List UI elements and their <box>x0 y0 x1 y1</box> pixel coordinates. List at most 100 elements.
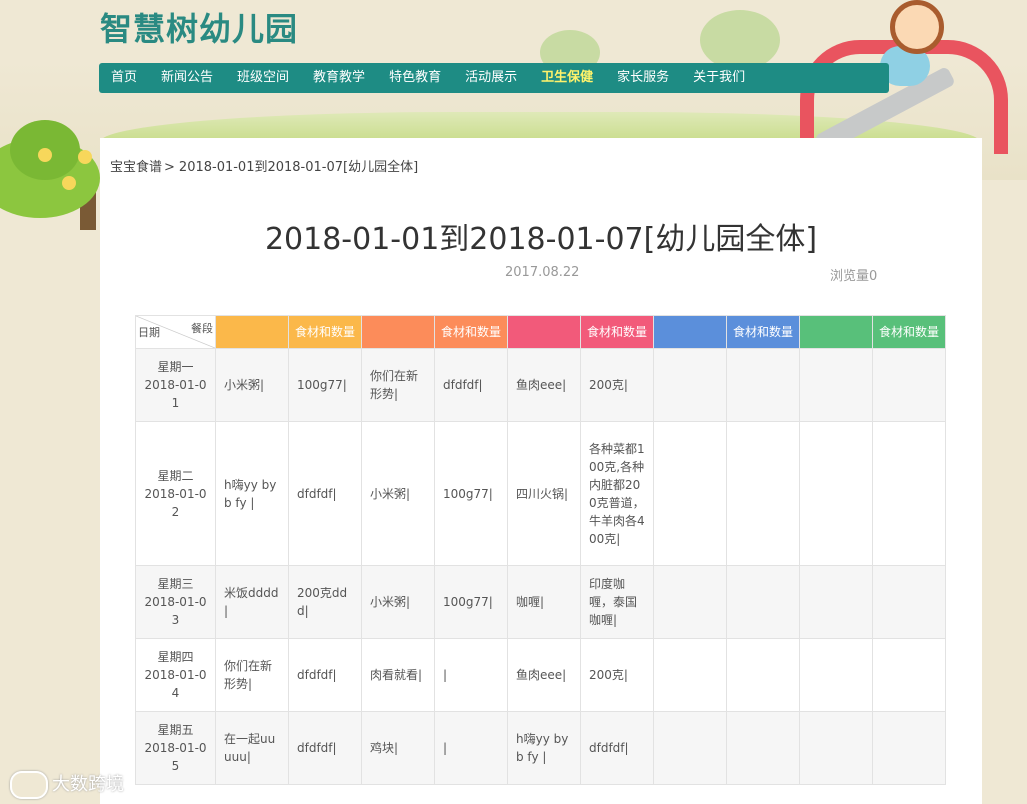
table-row: 星期一 2018-01-01 小米粥| 100g77| 你们在新形势| dfdf… <box>135 348 946 422</box>
table-cell <box>726 348 800 422</box>
table-cell <box>799 711 873 785</box>
table-cell <box>799 638 873 712</box>
table-cell <box>872 638 946 712</box>
publish-date: 2017.08.22 <box>505 265 580 280</box>
watermark-logo-icon <box>10 771 48 799</box>
breadcrumb-separator: > <box>164 160 175 175</box>
table-cell: 100g77| <box>434 421 508 566</box>
table-cell <box>726 711 800 785</box>
table-cell: 鸡块| <box>361 711 435 785</box>
nav-item-class-space[interactable]: 班级空间 <box>225 63 301 93</box>
table-cell: dfdfdf| <box>288 711 362 785</box>
table-header: 食材和数量 <box>580 315 654 349</box>
table-cell: | <box>434 711 508 785</box>
view-count: 浏览量0 <box>830 269 878 284</box>
nav-item-health-care[interactable]: 卫生保健 <box>529 63 605 93</box>
page-title: 2018-01-01到2018-01-07[幼儿园全体] <box>264 222 818 257</box>
table-cell-date: 星期四 2018-01-04 <box>135 638 216 712</box>
table-cell: 肉看就看| <box>361 638 435 712</box>
background-tree <box>700 10 780 70</box>
table-cell: 鱼肉eee| <box>507 638 581 712</box>
table-header <box>215 315 289 349</box>
flower-decoration <box>78 150 92 164</box>
table-cell <box>653 348 727 422</box>
table-header-row: 餐段 日期 食材和数量 食材和数量 食材和数量 食材和数量 食材和数量 <box>135 315 946 349</box>
girl-illustration-head <box>890 0 944 54</box>
table-header: 食材和数量 <box>288 315 362 349</box>
table-cell: 你们在新形势| <box>361 348 435 422</box>
site-title[interactable]: 智慧树幼儿园 <box>100 4 298 50</box>
table-cell: h嗨yy by b fy | <box>507 711 581 785</box>
table-header: 食材和数量 <box>726 315 800 349</box>
table-header: 食材和数量 <box>872 315 946 349</box>
table-cell: 印度咖喱，泰国咖喱| <box>580 565 654 639</box>
table-cell: 各种菜都100克,各种内脏都200克普道，牛羊肉各400克| <box>580 421 654 566</box>
table-cell <box>726 565 800 639</box>
table-cell: 鱼肉eee| <box>507 348 581 422</box>
table-cell <box>726 638 800 712</box>
table-cell: 200克| <box>580 638 654 712</box>
breadcrumb: 宝宝食谱 >2018-01-01到2018-01-07[幼儿园全体] <box>110 156 418 175</box>
table-cell <box>872 711 946 785</box>
table-cell: 100g77| <box>434 565 508 639</box>
main-nav: 首页 新闻公告 班级空间 教育教学 特色教育 活动展示 卫生保健 家长服务 关于… <box>99 63 889 93</box>
table-cell: 200克ddd| <box>288 565 362 639</box>
table-cell <box>726 421 800 566</box>
table-row: 星期二 2018-01-02 h嗨yy by b fy | dfdfdf| 小米… <box>135 421 946 566</box>
nav-item-about-us[interactable]: 关于我们 <box>681 63 757 93</box>
table-cell: dfdfdf| <box>580 711 654 785</box>
table-cell <box>653 421 727 566</box>
table-cell <box>872 348 946 422</box>
table-row: 星期四 2018-01-04 你们在新形势| dfdfdf| 肉看就看| | 鱼… <box>135 638 946 712</box>
table-cell: dfdfdf| <box>288 638 362 712</box>
nav-item-parent-services[interactable]: 家长服务 <box>605 63 681 93</box>
table-cell: 100g77| <box>288 348 362 422</box>
nav-item-education[interactable]: 教育教学 <box>301 63 377 93</box>
table-cell <box>653 711 727 785</box>
menu-table: 餐段 日期 食材和数量 食材和数量 食材和数量 食材和数量 食材和数量 星期一 … <box>135 315 946 785</box>
table-cell: 在一起uu uuu| <box>215 711 289 785</box>
table-corner-cell: 餐段 日期 <box>135 315 216 349</box>
table-cell: 小米粥| <box>215 348 289 422</box>
nav-item-news[interactable]: 新闻公告 <box>149 63 225 93</box>
table-cell-date: 星期三 2018-01-03 <box>135 565 216 639</box>
table-cell <box>653 565 727 639</box>
watermark-text: 大数跨境 <box>52 774 124 795</box>
table-cell <box>799 565 873 639</box>
flower-decoration <box>62 176 76 190</box>
table-cell <box>872 421 946 566</box>
watermark: 大数跨境 <box>10 770 124 799</box>
table-cell: 咖喱| <box>507 565 581 639</box>
flower-decoration <box>38 148 52 162</box>
nav-item-activities[interactable]: 活动展示 <box>453 63 529 93</box>
nav-item-featured-education[interactable]: 特色教育 <box>377 63 453 93</box>
table-cell: 米饭dddd| <box>215 565 289 639</box>
table-cell: dfdfdf| <box>434 348 508 422</box>
table-cell: 四川火锅| <box>507 421 581 566</box>
table-header <box>799 315 873 349</box>
table-row: 星期五 2018-01-05 在一起uu uuu| dfdfdf| 鸡块| | … <box>135 711 946 785</box>
corner-label-meal: 餐段 <box>191 322 213 335</box>
table-cell-date: 星期二 2018-01-02 <box>135 421 216 566</box>
table-header: 食材和数量 <box>434 315 508 349</box>
table-cell: 小米粥| <box>361 565 435 639</box>
table-cell <box>799 348 873 422</box>
table-cell <box>653 638 727 712</box>
content-panel: 宝宝食谱 >2018-01-01到2018-01-07[幼儿园全体] 2018-0… <box>100 138 982 804</box>
table-header <box>653 315 727 349</box>
nav-item-home[interactable]: 首页 <box>99 63 149 93</box>
table-header <box>507 315 581 349</box>
table-cell <box>799 421 873 566</box>
table-cell: 200克| <box>580 348 654 422</box>
breadcrumb-current: 2018-01-01到2018-01-07[幼儿园全体] <box>178 160 419 175</box>
table-cell: dfdfdf| <box>288 421 362 566</box>
table-cell-date: 星期一 2018-01-01 <box>135 348 216 422</box>
table-cell-date: 星期五 2018-01-05 <box>135 711 216 785</box>
breadcrumb-link-baby-recipes[interactable]: 宝宝食谱 <box>110 160 162 175</box>
table-header <box>361 315 435 349</box>
table-row: 星期三 2018-01-03 米饭dddd| 200克ddd| 小米粥| 100… <box>135 565 946 639</box>
table-cell: h嗨yy by b fy | <box>215 421 289 566</box>
table-cell <box>872 565 946 639</box>
table-cell: | <box>434 638 508 712</box>
table-cell: 你们在新形势| <box>215 638 289 712</box>
